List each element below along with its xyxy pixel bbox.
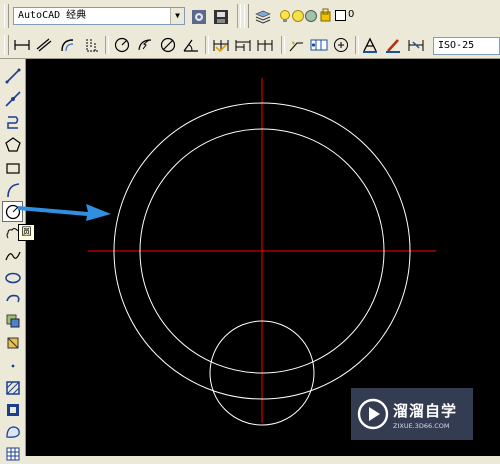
workspace-save-icon	[214, 10, 228, 24]
diameter-dimension-button[interactable]	[158, 35, 178, 55]
arc-tool-icon	[6, 182, 19, 197]
quick-leader-button[interactable]	[286, 35, 306, 55]
play-logo-icon	[357, 398, 389, 430]
dimension-style-dropdown[interactable]: ISO-25	[433, 37, 500, 55]
workspace-selected: AutoCAD 经典	[18, 10, 87, 21]
dimension-update-icon	[408, 40, 424, 51]
dimension-edit-button[interactable]	[360, 35, 380, 55]
aligned-dimension-icon	[36, 38, 52, 52]
insert-block-tool-icon	[6, 314, 19, 327]
layer-state-icons	[280, 8, 331, 22]
separator	[237, 4, 241, 28]
layer-name: 0	[348, 9, 355, 20]
tolerance-button[interactable]	[309, 35, 329, 55]
table-tool-icon	[6, 447, 19, 460]
arc-length-icon	[61, 39, 74, 52]
dimension-edit-icon	[363, 37, 377, 53]
tolerance-icon	[310, 39, 328, 51]
point-tool-icon	[11, 364, 14, 367]
table-tool-button[interactable]	[2, 443, 23, 464]
arc-tool-button[interactable]	[2, 179, 23, 200]
ellipse-arc-tool-icon	[5, 294, 20, 302]
separator	[205, 36, 209, 54]
diameter-dimension-icon	[160, 37, 176, 53]
separator	[355, 36, 359, 54]
continue-dimension-button[interactable]	[255, 35, 275, 55]
pointer-arrow-icon	[18, 204, 111, 221]
ellipse-arc-tool-button[interactable]	[2, 289, 23, 310]
draw-toolbar	[0, 59, 26, 460]
dimension-text-edit-icon	[386, 39, 400, 53]
polygon-tool-button[interactable]	[2, 134, 23, 155]
region-tool-button[interactable]	[2, 421, 23, 442]
watermark-url: ZIXUE.3D66.COM	[393, 422, 450, 430]
point-tool-button[interactable]	[2, 355, 23, 376]
layer-color-swatch	[335, 10, 346, 21]
linear-dimension-button[interactable]	[12, 35, 32, 55]
region-tool-icon	[5, 425, 20, 438]
workspace-dropdown[interactable]: AutoCAD 经典 ▼	[13, 7, 185, 25]
watermark-title: 溜溜自学	[393, 402, 458, 420]
rectangle-tool-icon	[5, 162, 20, 174]
radius-dimension-icon	[114, 37, 130, 53]
radius-dimension-button[interactable]	[112, 35, 132, 55]
separator	[105, 36, 109, 54]
quick-dimension-button[interactable]	[211, 35, 231, 55]
rectangle-tool-button[interactable]	[2, 157, 23, 178]
toolbar-grip[interactable]	[4, 35, 9, 55]
make-block-tool-icon	[7, 337, 18, 348]
dimension-text-edit-button[interactable]	[383, 35, 403, 55]
arrow-shape	[18, 204, 111, 221]
line-tool-button[interactable]	[2, 65, 23, 86]
center-mark-button[interactable]	[331, 35, 351, 55]
gradient-tool-button[interactable]	[2, 399, 23, 420]
linear-dimension-icon	[14, 40, 30, 50]
save-workspace-button[interactable]	[211, 7, 231, 27]
separator	[281, 36, 285, 54]
layer-dropdown[interactable]: 0	[277, 8, 377, 25]
construction-line-tool-icon	[4, 90, 21, 107]
baseline-dimension-button[interactable]	[233, 35, 253, 55]
aligned-dimension-button[interactable]	[34, 35, 54, 55]
tool-tooltip: 圆	[18, 224, 35, 241]
workspaces-toolbar: AutoCAD 经典 ▼ 0	[0, 0, 500, 34]
watermark: 溜溜自学 ZIXUE.3D66.COM	[351, 388, 473, 440]
layers-icon	[255, 10, 271, 24]
polygon-tool-icon	[4, 136, 21, 152]
ordinate-dimension-icon	[86, 39, 99, 52]
ellipse-tool-button[interactable]	[2, 267, 23, 288]
spline-tool-button[interactable]	[2, 245, 23, 266]
gradient-tool-icon	[6, 403, 19, 416]
arc-length-button[interactable]	[58, 35, 78, 55]
quick-dimension-icon	[213, 40, 229, 53]
insert-block-tool-button[interactable]	[2, 310, 23, 331]
chevron-down-icon[interactable]: ▼	[170, 8, 184, 24]
ordinate-dimension-button[interactable]	[82, 35, 102, 55]
jogged-dimension-button[interactable]	[135, 35, 155, 55]
gear-icon	[192, 10, 206, 24]
toolbar-grip[interactable]	[4, 4, 9, 28]
center-mark-icon	[334, 38, 348, 52]
dimension-toolbar: ISO-25	[0, 33, 500, 59]
leader-icon	[289, 41, 303, 52]
workspace-settings-button[interactable]	[189, 7, 209, 27]
hatch-tool-button[interactable]	[2, 377, 23, 398]
angular-dimension-button[interactable]	[181, 35, 201, 55]
construction-line-tool-button[interactable]	[2, 88, 23, 109]
make-block-tool-button[interactable]	[2, 332, 23, 353]
polyline-tool-button[interactable]	[2, 111, 23, 132]
polyline-tool-icon	[6, 115, 18, 129]
dimension-update-button[interactable]	[406, 35, 426, 55]
spline-tool-icon	[4, 251, 21, 260]
angular-dimension-icon	[183, 39, 198, 52]
jogged-dimension-icon	[138, 39, 152, 51]
layer-manager-button[interactable]	[253, 7, 273, 27]
toolbar-grip[interactable]	[244, 4, 249, 28]
baseline-dimension-icon	[235, 40, 251, 51]
dimension-style-selected: ISO-25	[438, 40, 475, 51]
continue-dimension-icon	[257, 40, 273, 51]
line-tool-icon	[5, 68, 20, 83]
hatch-tool-icon	[5, 380, 20, 395]
ellipse-tool-icon	[4, 272, 21, 283]
